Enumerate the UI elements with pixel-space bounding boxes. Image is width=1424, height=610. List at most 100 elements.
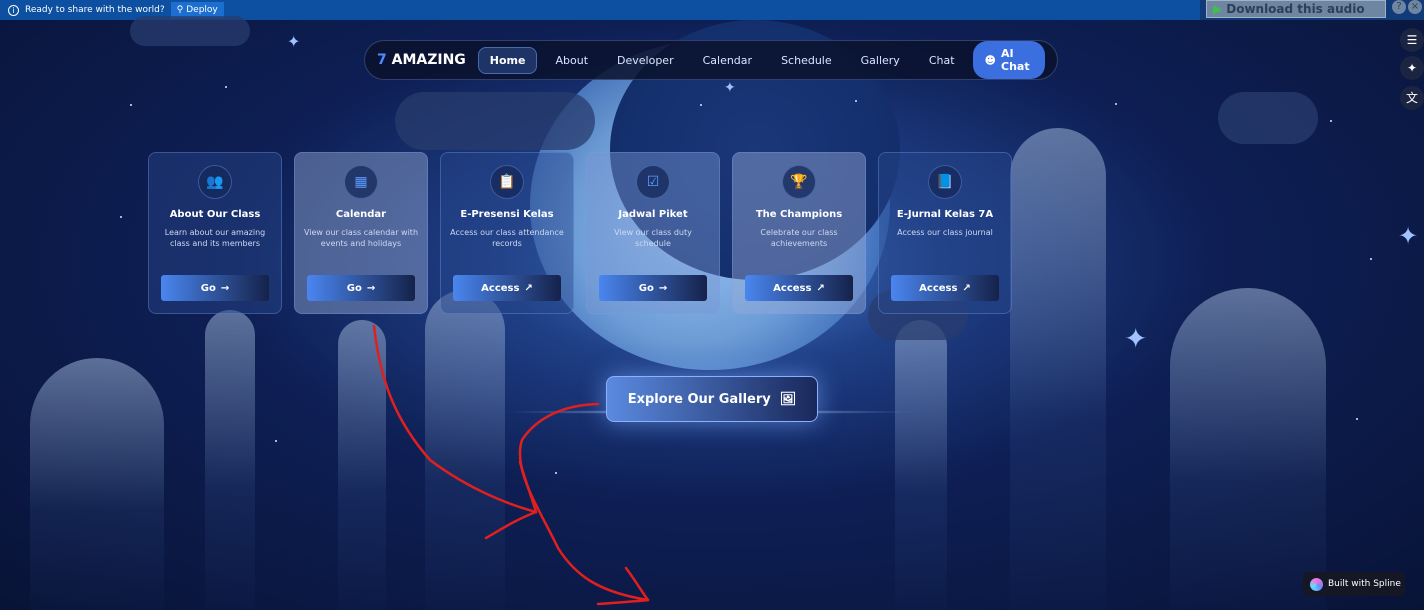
cloud-decoration <box>130 16 250 46</box>
card-go-button[interactable]: Go → <box>599 275 707 301</box>
arrow-right-icon: → <box>220 282 230 294</box>
pillar-decoration <box>30 358 164 610</box>
star-dot <box>1330 120 1332 122</box>
star-dot <box>1356 418 1358 420</box>
brand-logo[interactable]: 7 AMAZING <box>377 52 466 68</box>
star-dot <box>275 440 277 442</box>
card-button-label: Access <box>773 282 812 294</box>
arrow-head <box>518 460 538 514</box>
images-icon: 🖼 <box>779 391 797 407</box>
nav-calendar[interactable]: Calendar <box>692 48 763 73</box>
pillar-decoration <box>895 320 947 610</box>
nav-gallery[interactable]: Gallery <box>850 48 911 73</box>
calendar-check-icon: ☑ <box>636 165 670 199</box>
calendar-icon: ▦ <box>344 165 378 199</box>
users-icon: 👥 <box>198 165 232 199</box>
external-link-icon: ↗ <box>962 282 971 294</box>
nav-schedule[interactable]: Schedule <box>770 48 843 73</box>
card-title: Jadwal Piket <box>618 209 688 220</box>
arrow-stroke <box>518 402 650 602</box>
external-link-icon: ↗ <box>816 282 825 294</box>
card-button-label: Go <box>200 282 216 294</box>
star-dot <box>120 216 122 218</box>
info-icon: i <box>8 4 19 16</box>
spline-logo-icon <box>1310 577 1323 591</box>
star-dot <box>555 472 557 474</box>
star-icon: ✦ <box>287 32 301 51</box>
pillar-decoration <box>338 320 386 610</box>
card-e-presensi: 📋 E-Presensi Kelas Access our class atte… <box>440 152 574 314</box>
banner-message: Ready to share with the world? <box>25 5 165 15</box>
translate-icon[interactable]: 文 <box>1400 86 1424 110</box>
deploy-label: Deploy <box>186 5 218 15</box>
pillar-decoration <box>425 290 505 610</box>
book-icon: 📘 <box>928 165 962 199</box>
ai-chat-button[interactable]: ☻ AI Chat <box>972 41 1045 79</box>
card-title: E-Jurnal Kelas 7A <box>896 209 994 220</box>
cloud-decoration <box>1218 92 1318 144</box>
nav-home[interactable]: Home <box>477 46 538 74</box>
arrow-right-icon: → <box>658 282 668 294</box>
brand-number: 7 <box>377 52 387 68</box>
card-button-label: Access <box>919 282 958 294</box>
close-button[interactable]: × <box>1408 0 1422 14</box>
star-dot <box>225 86 227 88</box>
layout-icon[interactable]: ☰ <box>1400 28 1424 52</box>
card-description: Learn about our amazing class and its me… <box>164 228 266 248</box>
card-description: Access our class attendance records <box>450 228 564 248</box>
download-audio-label: Download this audio <box>1226 2 1365 16</box>
ai-chat-label: AI Chat <box>1001 47 1030 73</box>
star-icon: ✦ <box>1398 222 1419 250</box>
trophy-icon: 🏆 <box>782 165 816 199</box>
rocket-icon: ⚲ <box>176 5 184 15</box>
card-go-button[interactable]: Go → <box>307 275 415 301</box>
card-title: About Our Class <box>169 209 261 220</box>
pillar-decoration <box>1170 288 1326 610</box>
arrow-right-icon: → <box>366 282 376 294</box>
card-description: Access our class journal <box>897 228 993 237</box>
cloud-decoration <box>395 92 595 150</box>
star-dot <box>1370 258 1372 260</box>
card-description: Celebrate our class achievements <box>760 228 838 248</box>
clipboard-icon: 📋 <box>490 165 524 199</box>
card-access-button[interactable]: Access ↗ <box>745 275 853 301</box>
card-e-jurnal: 📘 E-Jurnal Kelas 7A Access our class jou… <box>878 152 1012 314</box>
card-calendar: ▦ Calendar View our class calendar with … <box>294 152 428 314</box>
download-audio-button[interactable]: ▶ Download this audio <box>1206 0 1386 18</box>
card-title: Calendar <box>335 209 387 220</box>
card-title: E-Presensi Kelas <box>460 209 554 220</box>
nav-chat[interactable]: Chat <box>918 48 966 73</box>
card-button-label: Go <box>346 282 362 294</box>
built-with-spline-badge[interactable]: Built with Spline <box>1303 572 1405 596</box>
card-champions: 🏆 The Champions Celebrate our class achi… <box>732 152 866 314</box>
card-access-button[interactable]: Access ↗ <box>891 275 999 301</box>
card-button-label: Access <box>481 282 520 294</box>
arrow-head <box>624 566 650 602</box>
nav-developer[interactable]: Developer <box>606 48 685 73</box>
robot-icon: ☻ <box>984 53 996 67</box>
arrow-head <box>596 598 650 606</box>
card-description: View our class calendar with events and … <box>303 228 419 248</box>
pillar-decoration <box>205 310 255 610</box>
sparkle-icon[interactable]: ✦ <box>1400 56 1424 80</box>
star-icon: ✦ <box>1124 322 1148 355</box>
explore-gallery-button[interactable]: Explore Our Gallery 🖼 <box>606 376 818 422</box>
brand-name: AMAZING <box>391 52 466 68</box>
play-icon: ▶ <box>1213 2 1223 16</box>
card-go-button[interactable]: Go → <box>161 275 269 301</box>
star-icon: ✦ <box>724 80 736 96</box>
card-jadwal-piket: ☑ Jadwal Piket View our class duty sched… <box>586 152 720 314</box>
card-description: View our class duty schedule <box>614 228 692 248</box>
nav-about[interactable]: About <box>544 48 599 73</box>
help-button[interactable]: ? <box>1392 0 1406 14</box>
card-button-label: Go <box>638 282 654 294</box>
star-dot <box>1115 103 1117 105</box>
external-link-icon: ↗ <box>524 282 533 294</box>
card-access-button[interactable]: Access ↗ <box>453 275 561 301</box>
star-dot <box>700 104 702 106</box>
explore-gallery-label: Explore Our Gallery <box>627 391 771 407</box>
main-navbar: 7 AMAZING Home About Developer Calendar … <box>364 40 1058 80</box>
feature-cards: 👥 About Our Class Learn about our amazin… <box>148 152 1012 314</box>
card-about-class: 👥 About Our Class Learn about our amazin… <box>148 152 282 314</box>
card-title: The Champions <box>755 209 843 220</box>
